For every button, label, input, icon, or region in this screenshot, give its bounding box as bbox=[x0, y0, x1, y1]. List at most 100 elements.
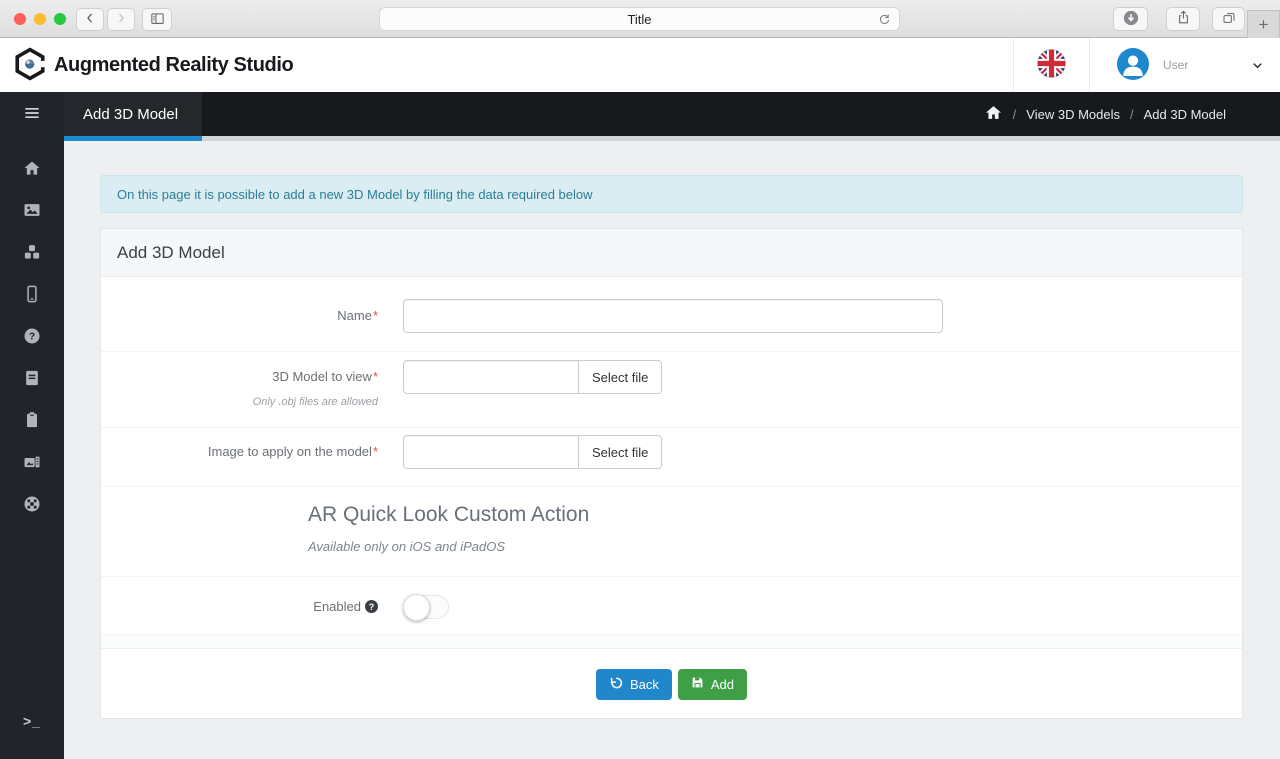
image-field-row: Image to apply on the model* Select file bbox=[101, 428, 1242, 487]
required-asterisk: * bbox=[372, 444, 378, 459]
browser-back-button[interactable] bbox=[76, 8, 104, 31]
chevron-down-icon bbox=[1250, 58, 1265, 73]
model-label: 3D Model to view* bbox=[272, 369, 378, 384]
enabled-field-row: Enabled? bbox=[101, 577, 1242, 635]
cubes-icon bbox=[22, 242, 42, 265]
tabs-overview-button[interactable] bbox=[1212, 7, 1245, 31]
image-select-file-button[interactable]: Select file bbox=[579, 435, 663, 469]
window-controls bbox=[14, 13, 66, 25]
page-title: Title bbox=[627, 11, 652, 27]
model-file-input[interactable] bbox=[403, 360, 579, 394]
page-navbar: Add 3D Model / View 3D Models / Add 3D M… bbox=[64, 92, 1280, 141]
sidebar-item-help[interactable]: ? bbox=[0, 316, 64, 358]
breadcrumb: / View 3D Models / Add 3D Model bbox=[984, 92, 1226, 136]
card-footer: Back Add bbox=[101, 649, 1242, 719]
share-icon bbox=[1175, 9, 1192, 29]
info-alert: On this page it is possible to add a new… bbox=[100, 175, 1243, 213]
card-header: Add 3D Model bbox=[101, 229, 1242, 277]
question-circle-icon: ? bbox=[22, 326, 42, 349]
life-ring-icon bbox=[22, 494, 42, 517]
section-title: AR Quick Look Custom Action bbox=[308, 503, 590, 526]
user-avatar-icon bbox=[1117, 47, 1149, 83]
required-asterisk: * bbox=[372, 369, 378, 384]
photo-video-icon bbox=[22, 452, 42, 475]
new-tab-button[interactable]: + bbox=[1247, 10, 1280, 38]
svg-text:?: ? bbox=[29, 331, 35, 342]
app-name: Augmented Reality Studio bbox=[54, 53, 294, 76]
model-field-row: 3D Model to view* Only .obj files are al… bbox=[101, 352, 1242, 428]
add-button[interactable]: Add bbox=[677, 668, 748, 700]
ar-quick-look-section: AR Quick Look Custom Action Available on… bbox=[101, 487, 1242, 577]
terminal-icon: >_ bbox=[23, 713, 41, 729]
maximize-window-button[interactable] bbox=[54, 13, 66, 25]
sidebar-item-mobile[interactable] bbox=[0, 274, 64, 316]
card-title: Add 3D Model bbox=[117, 242, 225, 262]
info-alert-text: On this page it is possible to add a new… bbox=[117, 186, 593, 202]
sidebar-item-3d-models[interactable] bbox=[0, 232, 64, 274]
app-logo[interactable]: Augmented Reality Studio bbox=[0, 46, 294, 84]
sidebar-item-docs[interactable] bbox=[0, 358, 64, 400]
home-icon bbox=[22, 158, 42, 181]
browser-sidebar-toggle-button[interactable] bbox=[142, 8, 172, 31]
back-chevron-icon bbox=[83, 11, 97, 28]
sidebar-item-images[interactable] bbox=[0, 190, 64, 232]
hexagon-logo-icon bbox=[13, 46, 47, 84]
sidebar-collapse-button[interactable] bbox=[0, 92, 64, 136]
breadcrumb-separator: / bbox=[1012, 106, 1017, 122]
language-selector[interactable] bbox=[1013, 38, 1090, 92]
sidebar: ? >_ bbox=[0, 92, 64, 759]
app-header: Augmented Reality Studio User bbox=[0, 38, 1280, 92]
forward-chevron-icon bbox=[114, 11, 128, 28]
image-label: Image to apply on the model* bbox=[207, 444, 378, 459]
enabled-label: Enabled? bbox=[101, 595, 378, 634]
reload-icon[interactable] bbox=[877, 12, 892, 30]
book-icon bbox=[22, 368, 42, 391]
tab-add-3d-model[interactable]: Add 3D Model bbox=[64, 92, 202, 136]
sidebar-item-clipboard[interactable] bbox=[0, 400, 64, 442]
main-content: On this page it is possible to add a new… bbox=[64, 141, 1280, 759]
home-icon[interactable] bbox=[984, 103, 1003, 125]
breadcrumb-add-3d-model: Add 3D Model bbox=[1143, 106, 1226, 122]
help-tooltip-icon[interactable]: ? bbox=[365, 600, 378, 614]
minimize-window-button[interactable] bbox=[34, 13, 46, 25]
section-subtitle: Available only on iOS and iPadOS bbox=[308, 539, 506, 554]
active-tab-label: Add 3D Model bbox=[83, 105, 179, 123]
address-bar[interactable]: Title bbox=[379, 7, 900, 31]
enabled-toggle[interactable] bbox=[403, 594, 449, 621]
name-field-row: Name* bbox=[101, 277, 1242, 352]
mobile-phone-icon bbox=[22, 284, 42, 307]
sidebar-item-terminal[interactable]: >_ bbox=[0, 713, 64, 729]
image-file-input[interactable] bbox=[403, 435, 579, 469]
sidebar-item-support[interactable] bbox=[0, 484, 64, 526]
browser-chrome: Title + bbox=[0, 0, 1280, 38]
uk-flag-icon bbox=[1037, 49, 1066, 81]
back-button-label: Back bbox=[629, 676, 659, 692]
add-button-label: Add bbox=[710, 676, 735, 692]
downloads-button[interactable] bbox=[1113, 7, 1148, 31]
sidebar-toggle-icon bbox=[149, 10, 166, 30]
share-button[interactable] bbox=[1166, 7, 1200, 31]
user-menu[interactable]: User bbox=[1090, 38, 1280, 92]
user-name-label: User bbox=[1163, 58, 1189, 72]
undo-icon bbox=[609, 676, 623, 693]
required-asterisk: * bbox=[372, 308, 378, 323]
toggle-knob bbox=[403, 594, 430, 621]
clipboard-icon bbox=[22, 410, 42, 433]
name-input[interactable] bbox=[403, 299, 943, 333]
model-help-text: Only .obj files are allowed bbox=[252, 396, 378, 408]
save-icon bbox=[691, 676, 704, 692]
sidebar-item-media[interactable] bbox=[0, 442, 64, 484]
plus-icon: + bbox=[1258, 14, 1269, 34]
close-window-button[interactable] bbox=[14, 13, 26, 25]
model-select-file-button[interactable]: Select file bbox=[579, 360, 663, 394]
tabs-overview-icon bbox=[1221, 10, 1237, 29]
breadcrumb-view-3d-models[interactable]: View 3D Models bbox=[1026, 107, 1120, 122]
breadcrumb-separator: / bbox=[1129, 106, 1134, 122]
add-3d-model-card: Add 3D Model Name* 3D Model to view* Onl… bbox=[100, 228, 1243, 719]
sidebar-item-home[interactable] bbox=[0, 148, 64, 190]
back-button[interactable]: Back bbox=[595, 668, 672, 700]
hamburger-menu-icon bbox=[22, 103, 42, 126]
browser-forward-button[interactable] bbox=[107, 8, 135, 31]
section-divider bbox=[101, 635, 1242, 649]
image-icon bbox=[22, 200, 42, 223]
